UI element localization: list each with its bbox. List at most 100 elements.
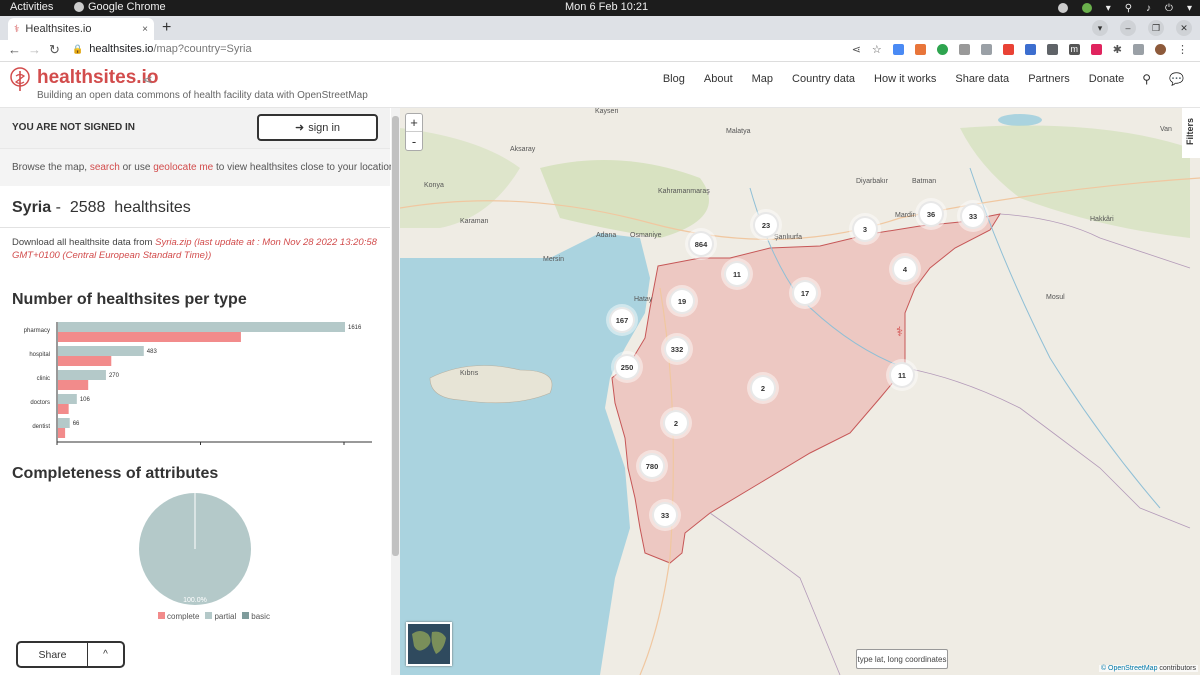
sidebar-scrollbar[interactable] xyxy=(391,108,400,675)
cluster-marker[interactable]: 2 xyxy=(750,375,776,401)
tab-search-icon[interactable]: ▾ xyxy=(1092,20,1108,36)
reload-icon[interactable]: ↻ xyxy=(49,42,60,58)
cluster-marker[interactable]: 332 xyxy=(664,336,690,362)
share-icon[interactable]: ⋖ xyxy=(142,72,153,88)
coordinates-input[interactable]: type lat, long coordinates xyxy=(856,649,948,669)
cluster-marker[interactable]: 36 xyxy=(918,201,944,227)
zoom-in-button[interactable]: + xyxy=(406,114,422,132)
legend-item-basic[interactable]: basic xyxy=(242,612,270,621)
tab-healthsites[interactable]: ⚕ Healthsites.io × xyxy=(8,18,154,40)
pocket-icon[interactable] xyxy=(1090,44,1102,55)
avatar[interactable] xyxy=(1155,44,1166,55)
extension-icon[interactable] xyxy=(958,44,970,55)
url-domain: healthsites.io xyxy=(89,43,154,55)
category-label: doctors xyxy=(30,400,50,406)
nav-about[interactable]: About xyxy=(704,73,733,85)
browse-row: Browse the map, search or use geolocate … xyxy=(0,148,397,186)
nav-share-data[interactable]: Share data xyxy=(955,73,1009,85)
nav-blog[interactable]: Blog xyxy=(663,73,685,85)
minimize-icon[interactable]: – xyxy=(1120,20,1136,36)
forward-icon[interactable]: → xyxy=(28,42,41,57)
legend-item-complete[interactable]: complete xyxy=(158,612,199,621)
cluster-marker[interactable]: 2 xyxy=(663,410,689,436)
map-label: Osmaniye xyxy=(630,232,662,239)
extension-icon[interactable] xyxy=(892,44,904,55)
cluster-marker[interactable]: 17 xyxy=(792,280,818,306)
map-label: Adana xyxy=(596,232,617,239)
scrollbar-thumb[interactable] xyxy=(392,116,399,556)
app-menu[interactable]: Google Chrome xyxy=(74,1,166,13)
share-caret-button[interactable]: ^ xyxy=(88,643,123,666)
tab-title: Healthsites.io xyxy=(25,23,92,35)
cluster-marker[interactable]: 33 xyxy=(652,502,678,528)
filters-label: Filters xyxy=(1185,118,1195,146)
nav-how-it-works[interactable]: How it works xyxy=(874,73,936,85)
chevron-down-icon[interactable]: ▾ xyxy=(1106,3,1111,14)
extensions-bar: ⋖ ☆ m ✱ ⋮ xyxy=(852,43,1188,56)
zoom-out-button[interactable]: - xyxy=(406,132,422,150)
extension-icon[interactable] xyxy=(980,44,992,55)
puzzle-icon[interactable]: ✱ xyxy=(1113,43,1122,56)
cluster-marker[interactable]: 250 xyxy=(614,354,640,380)
main-nav: Blog About Map Country data How it works… xyxy=(644,72,1184,86)
osm-link[interactable]: © OpenStreetMap xyxy=(1101,665,1158,672)
share-page-icon[interactable]: ⋖ xyxy=(852,43,861,56)
search-link[interactable]: search xyxy=(90,162,120,173)
extension-icon[interactable] xyxy=(1024,44,1036,55)
tab-strip: ⚕ Healthsites.io × + ▾ – ❐ ✕ xyxy=(0,16,1200,40)
sidepanel-icon[interactable] xyxy=(1133,44,1144,55)
new-tab-button[interactable]: + xyxy=(162,19,171,37)
close-tab-icon[interactable]: × xyxy=(142,24,148,35)
healthsites-logo-icon[interactable] xyxy=(10,67,30,93)
address-bar[interactable]: 🔒 healthsites.io/map?country=Syria xyxy=(72,43,252,55)
healthsite-marker-icon[interactable]: ⚕ xyxy=(896,324,908,340)
maximize-icon[interactable]: ❐ xyxy=(1148,20,1164,36)
completeness-title: Completeness of attributes xyxy=(12,465,219,482)
close-window-icon[interactable]: ✕ xyxy=(1176,20,1192,36)
skype-icon[interactable] xyxy=(1057,3,1068,13)
cluster-marker[interactable]: 4 xyxy=(892,256,918,282)
shield-icon[interactable] xyxy=(1081,3,1092,13)
cluster-marker[interactable]: 11 xyxy=(724,261,750,287)
network-icon[interactable]: ⚲ xyxy=(1125,3,1132,14)
chat-icon[interactable]: 💬 xyxy=(1169,72,1184,86)
cluster-marker[interactable]: 11 xyxy=(889,362,915,388)
extension-icon[interactable] xyxy=(936,44,948,55)
nav-country-data[interactable]: Country data xyxy=(792,73,855,85)
signin-button[interactable]: ➜ sign in xyxy=(257,114,378,141)
brand-name[interactable]: healthsites.io xyxy=(37,67,158,89)
share-button[interactable]: Share xyxy=(18,643,88,666)
cluster-marker[interactable]: 864 xyxy=(688,231,714,257)
back-icon[interactable]: ← xyxy=(8,42,21,57)
legend-item-partial[interactable]: partial xyxy=(205,612,236,621)
volume-icon[interactable]: ♪ xyxy=(1146,3,1151,14)
kebab-menu-icon[interactable]: ⋮ xyxy=(1177,43,1188,56)
map[interactable]: Kayseri Aksaray Konya Kahramanmaraş Adan… xyxy=(400,108,1200,675)
cluster-marker[interactable]: 19 xyxy=(669,288,695,314)
cluster-marker[interactable]: 23 xyxy=(753,212,779,238)
nav-map[interactable]: Map xyxy=(752,73,773,85)
clock[interactable]: Mon 6 Feb 10:21 xyxy=(565,1,648,13)
search-icon[interactable]: ⚲ xyxy=(1142,72,1151,86)
filters-panel-toggle[interactable]: Filters xyxy=(1182,108,1200,158)
divider xyxy=(0,227,390,228)
cluster-marker[interactable]: 167 xyxy=(609,307,635,333)
extension-icon[interactable] xyxy=(1002,44,1014,55)
power-icon[interactable]: ⏻ xyxy=(1165,3,1173,14)
bar-value-label: 270 xyxy=(109,373,120,379)
geolocate-link[interactable]: geolocate me xyxy=(153,162,213,173)
system-tray[interactable]: ▾ ⚲ ♪ ⏻ ▾ xyxy=(1057,0,1192,16)
cluster-marker[interactable]: 33 xyxy=(960,203,986,229)
layer-switcher-thumbnail[interactable] xyxy=(406,622,452,666)
activities-button[interactable]: Activities xyxy=(10,1,53,13)
extension-icon[interactable] xyxy=(914,44,926,55)
nav-partners[interactable]: Partners xyxy=(1028,73,1070,85)
category-label: clinic xyxy=(37,376,50,382)
bookmark-star-icon[interactable]: ☆ xyxy=(872,43,882,56)
extension-icon[interactable] xyxy=(1046,44,1058,55)
cluster-marker[interactable]: 780 xyxy=(639,453,665,479)
cluster-marker[interactable]: 3 xyxy=(852,216,878,242)
extension-icon[interactable]: m xyxy=(1068,44,1080,55)
nav-donate[interactable]: Donate xyxy=(1089,73,1124,85)
chevron-down-icon[interactable]: ▾ xyxy=(1187,3,1192,14)
